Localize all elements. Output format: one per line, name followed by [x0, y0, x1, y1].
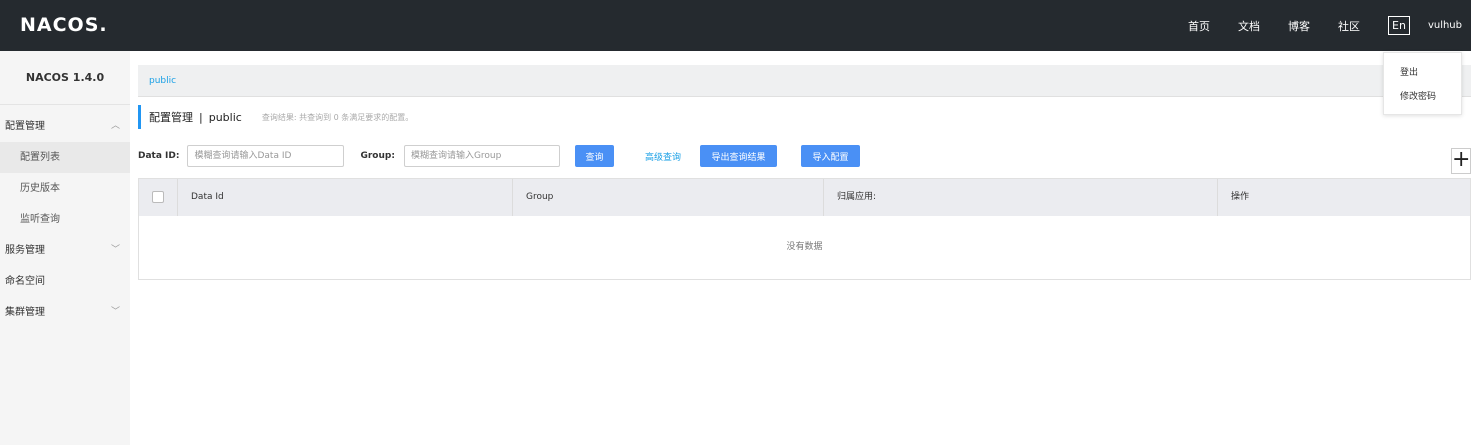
import-button[interactable]: 导入配置	[800, 145, 860, 167]
chevron-down-icon: ﹀	[110, 245, 120, 255]
language-toggle[interactable]: En	[1388, 16, 1410, 35]
sidebar-item-config-list[interactable]: 配置列表	[0, 142, 130, 173]
title-separator: |	[199, 110, 203, 124]
data-id-input[interactable]	[187, 145, 345, 167]
nacos-logo[interactable]: NACOS.	[20, 14, 108, 36]
filter-bar: Data ID: Group: 查询 高级查询 导出查询结果 导入配置	[138, 144, 860, 168]
sidebar-item-label: 命名空间	[5, 276, 45, 287]
sidebar-item-label: 历史版本	[20, 183, 60, 194]
nav-docs[interactable]: 文档	[1238, 18, 1260, 34]
sidebar-menu: 配置管理 ︿ 配置列表 历史版本 监听查询 服务管理 ﹀ 命名空间 集群管理 ﹀	[0, 105, 130, 328]
nav-blog[interactable]: 博客	[1288, 18, 1310, 34]
logout-menu-item[interactable]: 登出	[1384, 61, 1461, 85]
sidebar-item-label: 监听查询	[20, 214, 60, 225]
select-all-checkbox[interactable]	[152, 191, 164, 203]
top-nav: 首页 文档 博客 社区 En vulhub	[1188, 0, 1471, 51]
sidebar-item-history[interactable]: 历史版本	[0, 173, 130, 204]
sidebar-item-label: 服务管理	[5, 245, 45, 256]
plus-icon[interactable]: +	[1451, 148, 1471, 174]
chevron-down-icon: ﹀	[110, 307, 120, 317]
sidebar-item-label: 集群管理	[5, 307, 45, 318]
table-empty-text: 没有数据	[786, 242, 823, 252]
title-namespace: public	[208, 110, 242, 124]
namespace-link-public[interactable]: public	[149, 76, 176, 86]
column-header-group[interactable]: Group	[513, 179, 824, 216]
page-title-row: 配置管理 | public 查询结果: 共查询到 0 条满足要求的配置。	[138, 105, 413, 129]
table-header: Data Id Group 归属应用: 操作	[139, 179, 1470, 216]
top-bar: NACOS. 首页 文档 博客 社区 En vulhub	[0, 0, 1471, 51]
user-dropdown-menu: 登出 修改密码	[1383, 52, 1462, 115]
user-name[interactable]: vulhub	[1428, 20, 1462, 31]
page-title: 配置管理	[149, 111, 193, 124]
query-button[interactable]: 查询	[574, 145, 614, 167]
group-label: Group:	[360, 151, 395, 161]
nav-home[interactable]: 首页	[1188, 18, 1210, 34]
export-button[interactable]: 导出查询结果	[699, 145, 777, 167]
config-table: Data Id Group 归属应用: 操作 没有数据	[138, 178, 1471, 280]
sidebar: NACOS 1.4.0 配置管理 ︿ 配置列表 历史版本 监听查询 服务管理 ﹀…	[0, 51, 130, 445]
sidebar-item-namespace[interactable]: 命名空间	[0, 266, 130, 297]
sidebar-item-cluster-management[interactable]: 集群管理 ﹀	[0, 297, 130, 328]
advanced-query-link[interactable]: 高级查询	[645, 150, 681, 163]
sidebar-item-listener-query[interactable]: 监听查询	[0, 204, 130, 235]
group-input[interactable]	[403, 145, 560, 167]
sidebar-item-label: 配置列表	[20, 152, 60, 163]
column-header-data-id[interactable]: Data Id	[178, 179, 513, 216]
query-result-text: 查询结果: 共查询到 0 条满足要求的配置。	[261, 112, 414, 122]
version-label: NACOS 1.4.0	[0, 51, 130, 105]
namespace-bar: public	[138, 65, 1471, 97]
sidebar-item-config-management[interactable]: 配置管理 ︿	[0, 111, 130, 142]
column-header-actions: 操作	[1231, 192, 1250, 202]
sidebar-item-label: 配置管理	[5, 121, 45, 132]
chevron-up-icon: ︿	[110, 121, 120, 131]
column-header-app[interactable]: 归属应用:	[824, 179, 1218, 216]
nav-community[interactable]: 社区	[1338, 18, 1360, 34]
data-id-label: Data ID:	[138, 151, 180, 161]
change-password-menu-item[interactable]: 修改密码	[1384, 85, 1461, 109]
select-all-cell	[139, 179, 178, 216]
sidebar-item-service-management[interactable]: 服务管理 ﹀	[0, 235, 130, 266]
